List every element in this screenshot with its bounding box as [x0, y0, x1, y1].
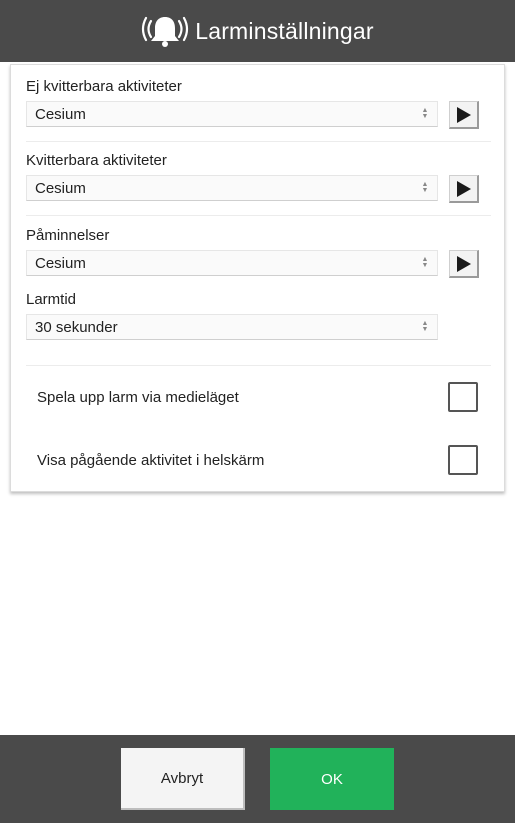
- media-mode-checkbox[interactable]: [448, 382, 478, 412]
- fullscreen-checkbox[interactable]: [448, 445, 478, 475]
- play-icon: [456, 255, 471, 272]
- divider: [26, 365, 491, 366]
- alarm-time-label: Larmtid: [26, 291, 77, 308]
- ack-play-button[interactable]: [449, 175, 479, 203]
- fullscreen-label: Visa pågående aktivitet i helskärm: [37, 452, 265, 469]
- spinner-arrows-icon: ▲ ▼: [421, 256, 429, 269]
- reminders-play-button[interactable]: [449, 250, 479, 278]
- header-bar: Larminställningar: [0, 0, 515, 62]
- media-mode-label: Spela upp larm via medieläget: [37, 389, 239, 406]
- non-ack-label: Ej kvitterbara aktiviteter: [26, 78, 182, 95]
- ack-label: Kvitterbara aktiviteter: [26, 152, 167, 169]
- ack-sound-select[interactable]: Cesium ▲ ▼: [26, 175, 438, 201]
- cancel-button[interactable]: Avbryt: [121, 748, 245, 810]
- fullscreen-row[interactable]: Visa pågående aktivitet i helskärm: [11, 441, 504, 481]
- settings-card: Ej kvitterbara aktiviteter Cesium ▲ ▼ Kvi…: [10, 64, 505, 492]
- play-icon: [456, 180, 471, 197]
- reminders-sound-value: Cesium: [35, 254, 86, 272]
- non-ack-sound-select[interactable]: Cesium ▲ ▼: [26, 101, 438, 127]
- alarm-time-value: 30 sekunder: [35, 318, 118, 336]
- spinner-arrows-icon: ▲ ▼: [421, 320, 429, 333]
- spinner-arrows-icon: ▲ ▼: [421, 107, 429, 120]
- reminders-sound-select[interactable]: Cesium ▲ ▼: [26, 250, 438, 276]
- divider: [26, 141, 491, 142]
- footer-bar: Avbryt OK: [0, 735, 515, 823]
- alarm-time-select[interactable]: 30 sekunder ▲ ▼: [26, 314, 438, 340]
- ack-sound-value: Cesium: [35, 179, 86, 197]
- spinner-arrows-icon: ▲ ▼: [421, 181, 429, 194]
- divider: [26, 215, 491, 216]
- reminders-label: Påminnelser: [26, 227, 110, 244]
- play-icon: [456, 106, 471, 123]
- non-ack-sound-value: Cesium: [35, 105, 86, 123]
- page-title: Larminställningar: [195, 17, 374, 44]
- alarm-bell-icon: [142, 16, 189, 47]
- non-ack-play-button[interactable]: [449, 101, 479, 129]
- ok-button[interactable]: OK: [270, 748, 394, 810]
- media-mode-row[interactable]: Spela upp larm via medieläget: [11, 378, 504, 418]
